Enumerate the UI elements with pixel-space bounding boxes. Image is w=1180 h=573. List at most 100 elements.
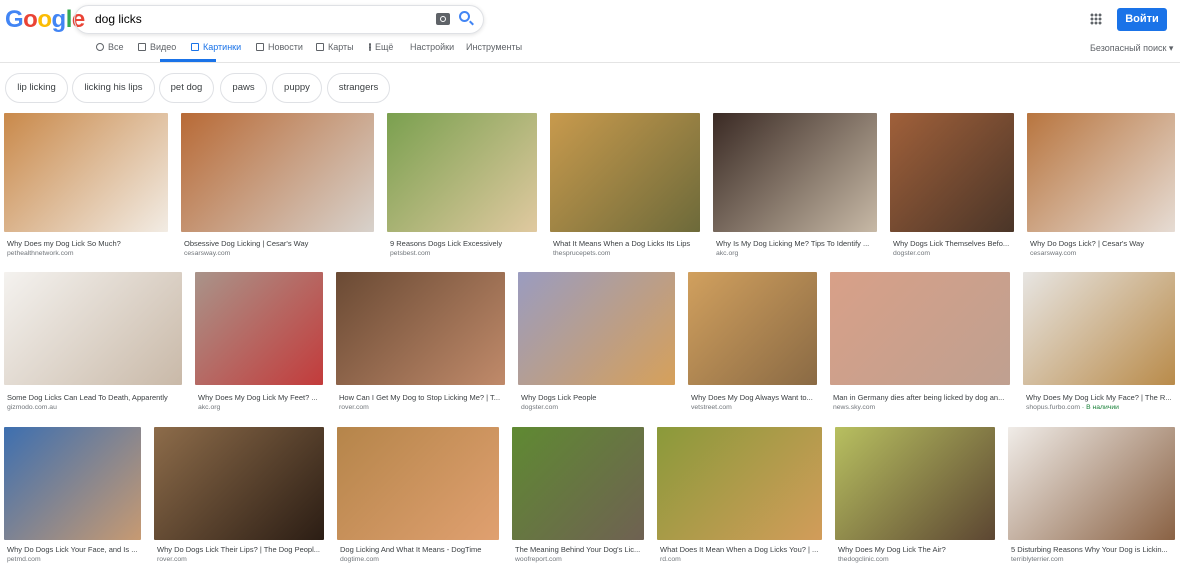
related-chip[interactable]: pet dog <box>159 73 214 103</box>
result-source[interactable]: news.sky.com <box>833 404 875 411</box>
result-title[interactable]: Why Do Dogs Lick? | Cesar's Way <box>1030 239 1180 248</box>
result-thumbnail[interactable] <box>4 113 168 232</box>
result-thumbnail[interactable] <box>195 272 323 385</box>
result-title[interactable]: What It Means When a Dog Licks Its Lips <box>553 239 711 248</box>
result-source[interactable]: rd.com <box>660 556 681 563</box>
source-domain: dogtime.com <box>340 556 379 563</box>
sign-in-button[interactable]: Войти <box>1117 8 1167 31</box>
result-title[interactable]: Why Does My Dog Lick The Air? <box>838 545 1006 554</box>
tab-2[interactable]: Картинки <box>191 42 241 52</box>
camera-icon[interactable] <box>436 13 450 25</box>
search-box <box>74 5 484 34</box>
source-domain: akc.org <box>716 250 739 257</box>
result-source[interactable]: cesarsway.com <box>184 250 230 257</box>
search-input[interactable] <box>95 12 395 26</box>
result-thumbnail[interactable] <box>1027 113 1175 232</box>
result-source[interactable]: rover.com <box>339 404 369 411</box>
result-source[interactable]: woofreport.com <box>515 556 562 563</box>
result-source[interactable]: dogster.com <box>893 250 930 257</box>
result-title[interactable]: Why Does My Dog Always Want to... <box>691 393 828 402</box>
result-thumbnail[interactable] <box>550 113 700 232</box>
result-title[interactable]: 5 Disturbing Reasons Why Your Dog is Lic… <box>1011 545 1180 554</box>
result-title[interactable]: Why Do Dogs Lick Their Lips? | The Dog P… <box>157 545 335 554</box>
safe-search-dropdown[interactable]: Безопасный поиск ▾ <box>1090 43 1173 54</box>
result-title[interactable]: Why Dogs Lick People <box>521 393 686 402</box>
result-thumbnail[interactable] <box>890 113 1014 232</box>
source-domain: thesprucepets.com <box>553 250 611 257</box>
result-source[interactable]: vetstreet.com <box>691 404 732 411</box>
result-source[interactable]: gizmodo.com.au <box>7 404 57 411</box>
result-source[interactable]: dogster.com <box>521 404 558 411</box>
result-title[interactable]: Why Do Dogs Lick Your Face, and Is ... <box>7 545 152 554</box>
result-title[interactable]: Man in Germany dies after being licked b… <box>833 393 1021 402</box>
result-thumbnail[interactable] <box>4 272 182 385</box>
apps-grid-icon[interactable] <box>1090 13 1102 25</box>
source-domain: cesarsway.com <box>1030 250 1077 257</box>
result-source[interactable]: petsbest.com <box>390 250 430 257</box>
image-icon <box>191 43 199 51</box>
tab-label: Настройки <box>410 42 455 52</box>
result-thumbnail[interactable] <box>337 427 499 540</box>
source-domain: dogster.com <box>893 250 931 257</box>
tab-1[interactable]: Видео <box>138 42 176 52</box>
related-chip[interactable]: licking his lips <box>72 73 155 103</box>
source-domain: woofreport.com <box>515 556 562 563</box>
tab-5[interactable]: Ещё <box>369 42 393 52</box>
result-title[interactable]: Obsessive Dog Licking | Cesar's Way <box>184 239 385 248</box>
map-pin-icon <box>316 43 324 51</box>
result-thumbnail[interactable] <box>657 427 822 540</box>
result-source[interactable]: thedogclinic.com <box>838 556 889 563</box>
source-domain: petmd.com <box>7 556 41 563</box>
result-thumbnail[interactable] <box>181 113 374 232</box>
tab-6[interactable]: Настройки <box>410 42 454 52</box>
search-icon <box>96 43 104 51</box>
result-thumbnail[interactable] <box>518 272 675 385</box>
result-source[interactable]: pethealthnetwork.com <box>7 250 74 257</box>
result-title[interactable]: 9 Reasons Dogs Lick Excessively <box>390 239 548 248</box>
result-thumbnail[interactable] <box>688 272 817 385</box>
result-thumbnail[interactable] <box>1008 427 1175 540</box>
result-thumbnail[interactable] <box>830 272 1010 385</box>
related-chip[interactable]: puppy <box>272 73 322 103</box>
result-thumbnail[interactable] <box>4 427 141 540</box>
result-source[interactable]: petmd.com <box>7 556 41 563</box>
result-thumbnail[interactable] <box>387 113 537 232</box>
source-domain: rover.com <box>339 404 369 411</box>
result-title[interactable]: Why Dogs Lick Themselves Befo... <box>893 239 1025 248</box>
result-title[interactable]: Why Does My Dog Lick My Feet? ... <box>198 393 334 402</box>
result-source[interactable]: terriblyterrier.com <box>1011 556 1064 563</box>
video-icon <box>138 43 146 51</box>
result-thumbnail[interactable] <box>713 113 877 232</box>
result-source[interactable]: rover.com <box>157 556 187 563</box>
tab-7[interactable]: Инструменты <box>466 42 522 52</box>
result-title[interactable]: Some Dog Licks Can Lead To Death, Appare… <box>7 393 193 402</box>
tab-3[interactable]: Новости <box>256 42 303 52</box>
result-source[interactable]: thesprucepets.com <box>553 250 610 257</box>
result-source[interactable]: akc.org <box>198 404 220 411</box>
result-title[interactable]: What Does It Mean When a Dog Licks You? … <box>660 545 833 554</box>
result-source[interactable]: akc.org <box>716 250 738 257</box>
source-domain: cesarsway.com <box>184 250 231 257</box>
result-thumbnail[interactable] <box>1023 272 1175 385</box>
result-title[interactable]: Dog Licking And What It Means - DogTime <box>340 545 510 554</box>
google-logo[interactable]: Google <box>5 6 85 34</box>
result-thumbnail[interactable] <box>835 427 995 540</box>
result-title[interactable]: How Can I Get My Dog to Stop Licking Me?… <box>339 393 516 402</box>
result-title[interactable]: Why Does My Dog Lick My Face? | The R... <box>1026 393 1180 402</box>
result-source[interactable]: cesarsway.com <box>1030 250 1076 257</box>
result-source[interactable]: shopus.furbo.com · В наличии <box>1026 404 1119 411</box>
tab-4[interactable]: Карты <box>316 42 354 52</box>
tab-label: Видео <box>150 42 177 52</box>
result-title[interactable]: Why Is My Dog Licking Me? Tips To Identi… <box>716 239 888 248</box>
result-title[interactable]: The Meaning Behind Your Dog's Lic... <box>515 545 655 554</box>
result-title[interactable]: Why Does my Dog Lick So Much? <box>7 239 179 248</box>
result-thumbnail[interactable] <box>154 427 324 540</box>
result-thumbnail[interactable] <box>336 272 505 385</box>
result-source[interactable]: dogtime.com <box>340 556 379 563</box>
related-chip[interactable]: strangers <box>327 73 390 103</box>
tab-0[interactable]: Все <box>96 42 124 52</box>
related-chip[interactable]: paws <box>220 73 267 103</box>
result-thumbnail[interactable] <box>512 427 644 540</box>
related-chip[interactable]: lip licking <box>5 73 68 103</box>
search-icon[interactable] <box>459 11 470 22</box>
